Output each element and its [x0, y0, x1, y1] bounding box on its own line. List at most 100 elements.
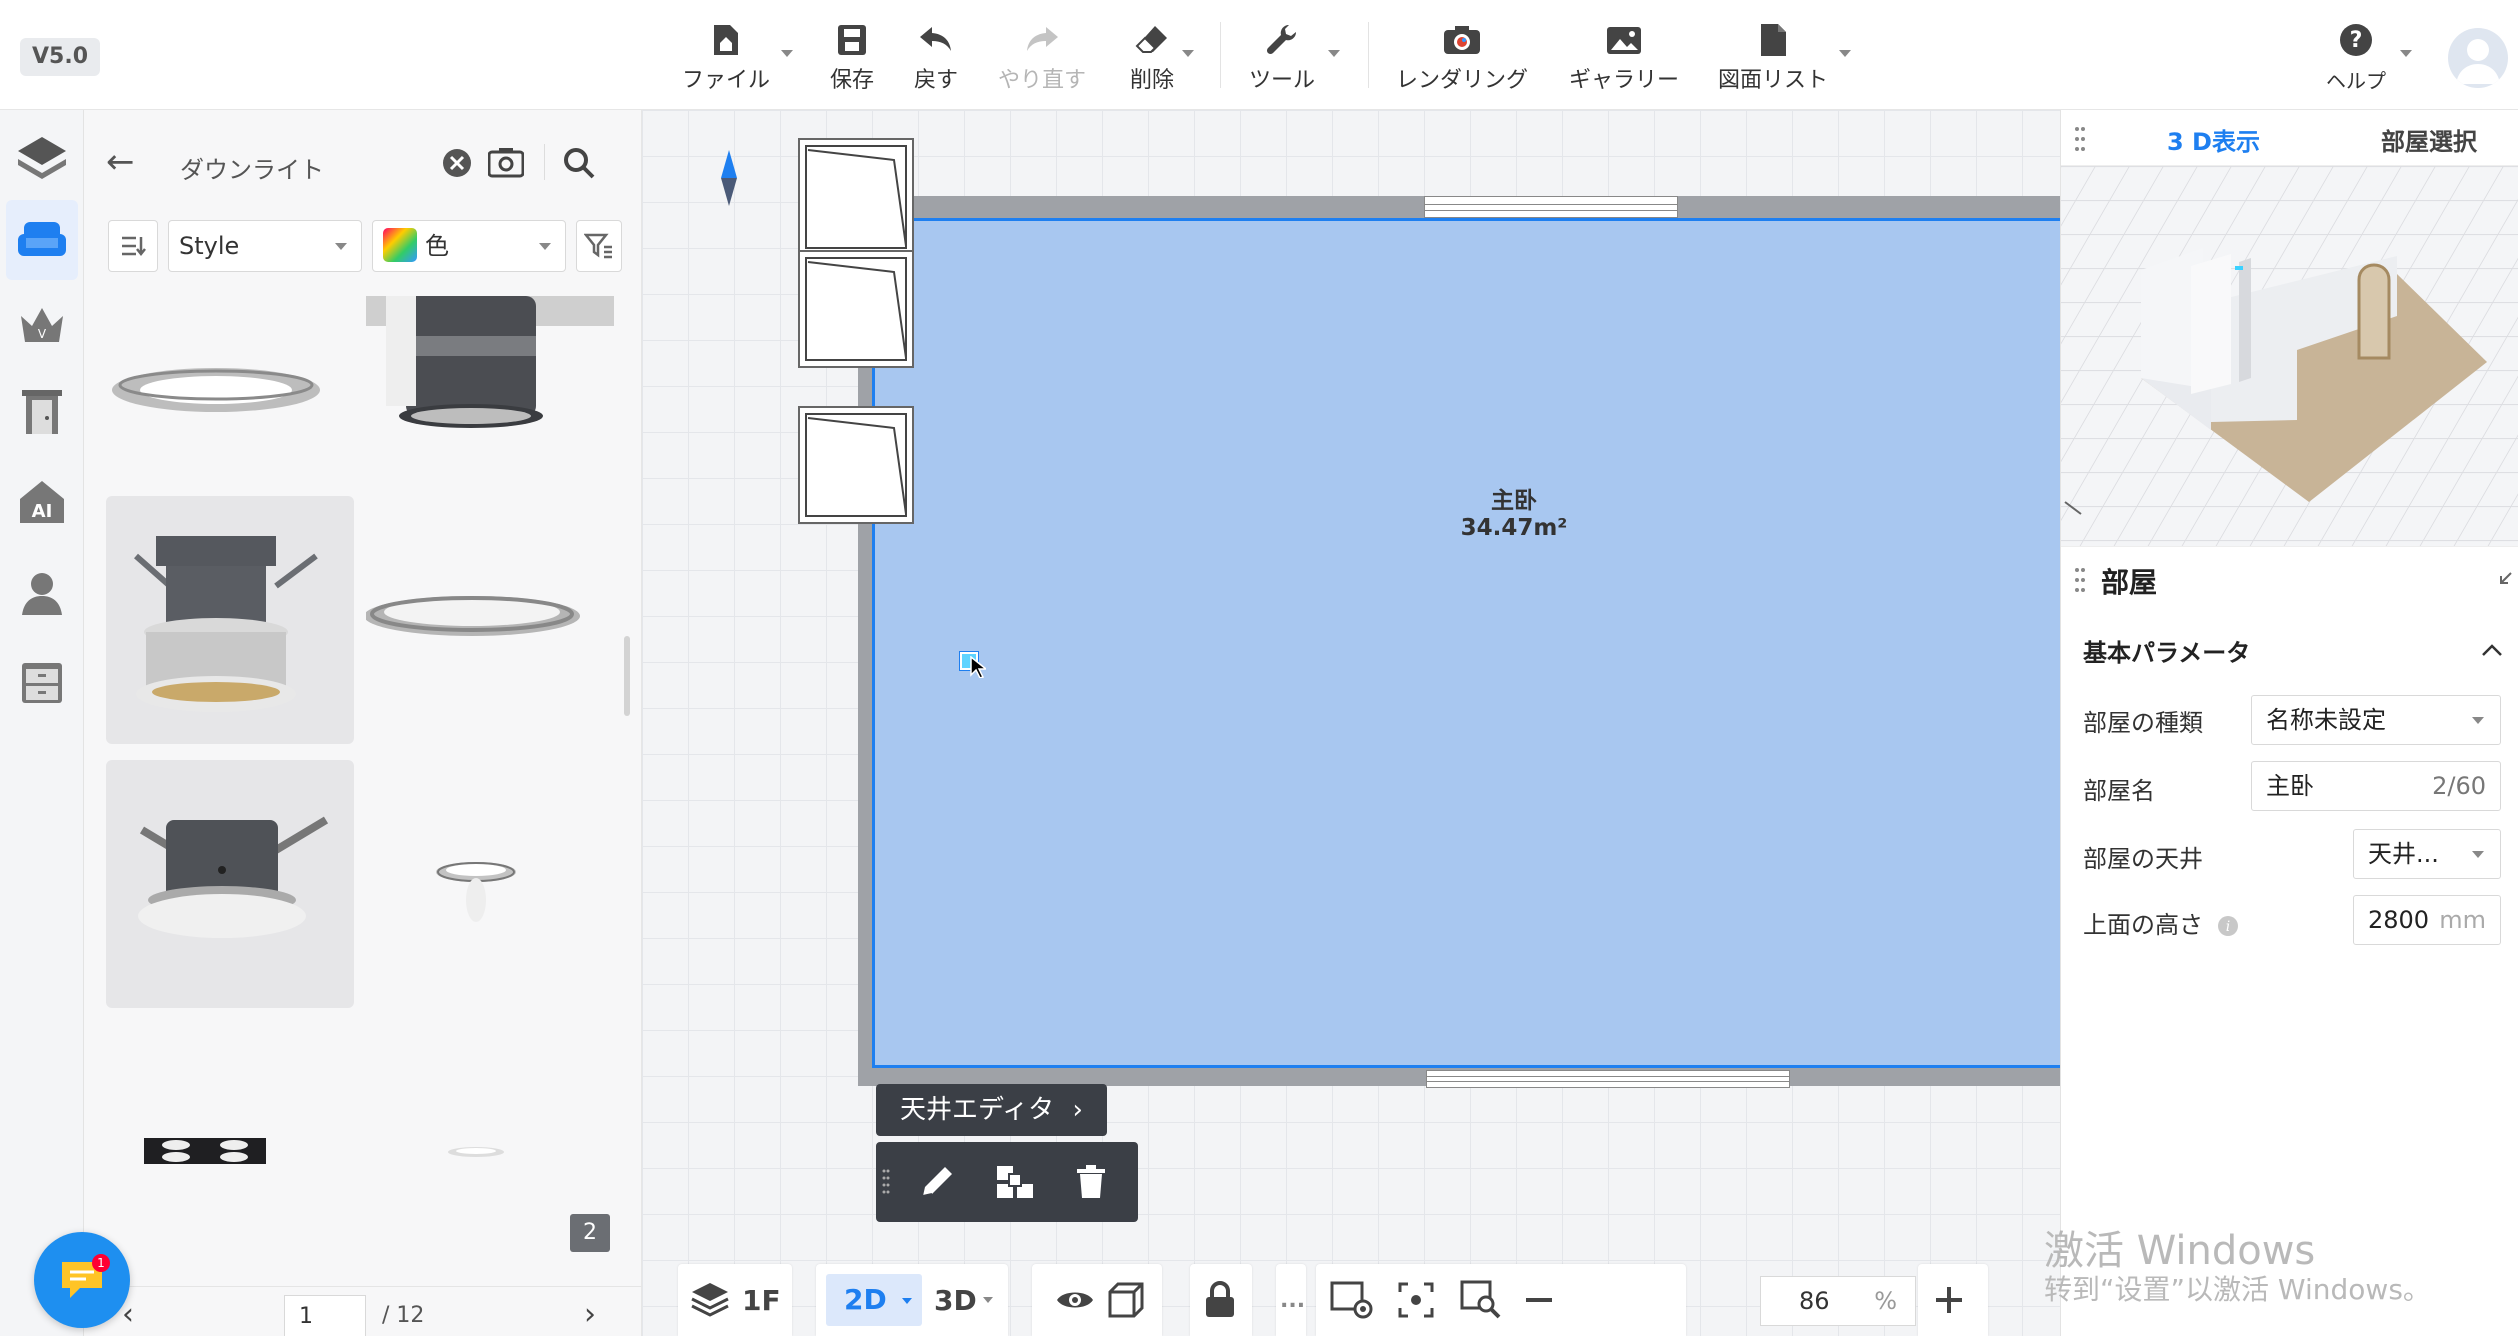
- room-label[interactable]: 主卧 34.47m²: [1414, 488, 1614, 542]
- rendering-button[interactable]: レンダリング: [1394, 20, 1530, 94]
- gallery-button[interactable]: ギャラリー: [1566, 20, 1682, 94]
- delete-caret-icon[interactable]: [1182, 50, 1194, 57]
- info-icon[interactable]: i: [2217, 915, 2239, 937]
- style-select[interactable]: Style: [168, 220, 362, 272]
- door-2[interactable]: [798, 250, 914, 368]
- view-settings-button[interactable]: [1330, 1278, 1374, 1322]
- camera-icon: [1442, 20, 1482, 60]
- window-bottom[interactable]: [1426, 1070, 1790, 1088]
- save-button[interactable]: 保存: [822, 20, 882, 94]
- color-select[interactable]: 色: [372, 220, 566, 272]
- ceiling-label: 部屋の天井: [2083, 845, 2203, 873]
- spring-clip-downlight-product-image: [138, 816, 329, 938]
- cube-icon: [1108, 1282, 1144, 1318]
- back-arrow-icon[interactable]: ←: [106, 142, 135, 182]
- collapse-panel-icon[interactable]: [2499, 571, 2513, 585]
- filter-bar: Style 色: [84, 220, 642, 276]
- panel-drag-handle-icon[interactable]: [2075, 126, 2085, 152]
- notification-badge: 1: [92, 1254, 110, 1272]
- catalog-scrollbar[interactable]: [624, 636, 630, 716]
- rail-floorplan[interactable]: [6, 118, 78, 198]
- sort-button[interactable]: [108, 220, 158, 272]
- product-card[interactable]: [106, 496, 354, 744]
- product-card[interactable]: [106, 1026, 354, 1196]
- door-1[interactable]: [798, 138, 914, 256]
- rail-cabinets[interactable]: [6, 644, 78, 724]
- ceiling-modules-button[interactable]: [992, 1160, 1038, 1204]
- top-height-input[interactable]: 2800 mm: [2353, 895, 2501, 945]
- room-shape[interactable]: [858, 196, 2060, 1088]
- door-3[interactable]: [798, 406, 914, 524]
- delete-ceiling-button[interactable]: [1068, 1160, 1114, 1204]
- visibility-button[interactable]: [1056, 1278, 1094, 1322]
- room-name-input[interactable]: 主卧 2/60: [2251, 761, 2501, 811]
- product-card[interactable]: [106, 296, 354, 484]
- next-page-icon[interactable]: ›: [584, 1297, 596, 1332]
- file-button[interactable]: ファイル: [680, 20, 772, 94]
- file-caret-icon[interactable]: [781, 50, 793, 57]
- view-3d-button[interactable]: 3D: [934, 1278, 993, 1322]
- zoom-out-button[interactable]: [1524, 1278, 1554, 1322]
- rail-premium[interactable]: V: [6, 286, 78, 366]
- user-avatar[interactable]: [2448, 28, 2508, 88]
- search-icon[interactable]: [562, 146, 596, 180]
- zoom-area-button[interactable]: [1460, 1278, 1502, 1322]
- ceiling-tool-panel: [876, 1142, 1138, 1222]
- drawing-list-button[interactable]: 図面リスト: [1716, 20, 1830, 94]
- product-card[interactable]: [366, 1026, 614, 1196]
- image-search-camera-icon[interactable]: [488, 146, 524, 178]
- room-name-char-count: 2/60: [2432, 772, 2486, 800]
- tab-room-select[interactable]: 部屋選択: [2381, 122, 2477, 157]
- floorplan-canvas[interactable]: 天井エディタ › 1F 2D 3D ... 86 %: [642, 110, 2060, 1336]
- undo-button[interactable]: 戻す: [906, 20, 966, 94]
- chat-support-button[interactable]: 1: [34, 1232, 130, 1328]
- 3d-room-preview-image: [2061, 166, 2518, 546]
- rail-ai-design[interactable]: AI: [6, 462, 78, 542]
- page-number-input[interactable]: 1: [284, 1295, 366, 1336]
- drag-handle-icon[interactable]: [882, 1168, 890, 1196]
- product-card[interactable]: [364, 496, 614, 744]
- twin-grille-light-product-image: [144, 1138, 266, 1164]
- catalog-panel: ← ダウンライト Style 色 2 ‹ 1 / 12 ›: [84, 110, 642, 1336]
- zoom-in-button[interactable]: [1934, 1278, 1964, 1322]
- edit-ceiling-button[interactable]: [914, 1160, 960, 1204]
- view-2d-button[interactable]: 2D: [826, 1274, 922, 1326]
- rail-furniture[interactable]: [6, 200, 78, 280]
- zoom-level-input[interactable]: 86 %: [1760, 1276, 1916, 1326]
- slim-downlight-product-image: [448, 1147, 504, 1157]
- room-floor[interactable]: [872, 218, 2060, 1068]
- window-top[interactable]: [1424, 196, 1678, 218]
- product-card[interactable]: [366, 760, 614, 1008]
- room-type-dropdown-icon: [2472, 717, 2484, 724]
- rail-my-items[interactable]: [6, 554, 78, 634]
- floor-selector[interactable]: 1F: [678, 1264, 792, 1336]
- product-card[interactable]: [106, 760, 354, 1008]
- 3d-box-button[interactable]: [1108, 1278, 1144, 1322]
- chevron-up-icon[interactable]: [2481, 635, 2503, 663]
- redo-button[interactable]: やり直す: [996, 20, 1088, 94]
- room-type-select[interactable]: 名称未設定: [2251, 695, 2501, 745]
- tools-button[interactable]: ツール: [1248, 20, 1316, 94]
- ceiling-select[interactable]: 天井...: [2353, 829, 2501, 879]
- tools-caret-icon[interactable]: [1328, 50, 1340, 57]
- props-drag-handle-icon[interactable]: [2075, 567, 2085, 593]
- lock-button[interactable]: [1204, 1278, 1236, 1322]
- lock-icon: [1206, 1281, 1234, 1317]
- product-card[interactable]: [366, 296, 614, 484]
- sofa-icon: [18, 222, 66, 256]
- rail-doors[interactable]: [6, 372, 78, 452]
- filter-button[interactable]: [576, 220, 622, 272]
- tab-3d-view[interactable]: 3 D表示: [2167, 122, 2260, 157]
- help-caret-icon[interactable]: [2400, 50, 2412, 57]
- view-mode-toggle: 2D 3D: [816, 1264, 1008, 1336]
- clear-search-icon[interactable]: [442, 148, 472, 178]
- ceiling-editor-button[interactable]: 天井エディタ ›: [876, 1084, 1107, 1136]
- more-button[interactable]: ...: [1280, 1278, 1305, 1322]
- page-badge: 2: [570, 1214, 610, 1252]
- page-total: / 12: [382, 1303, 425, 1328]
- drawing-list-caret-icon[interactable]: [1839, 50, 1851, 57]
- delete-button[interactable]: 削除: [1124, 20, 1180, 94]
- compass-north-icon[interactable]: [720, 150, 738, 206]
- fit-view-button[interactable]: [1398, 1278, 1434, 1322]
- help-button[interactable]: ? ヘルプ: [2320, 20, 2392, 94]
